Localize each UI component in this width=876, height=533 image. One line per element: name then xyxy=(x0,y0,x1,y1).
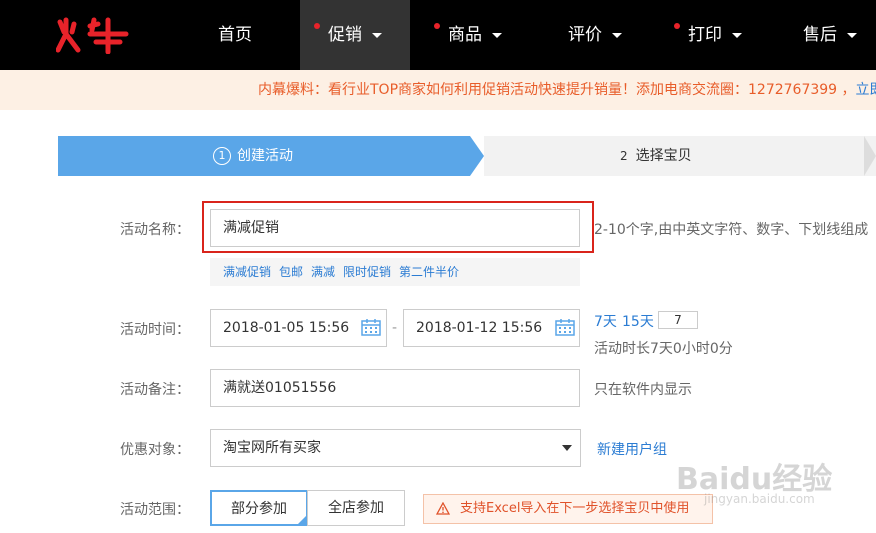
nav-reviews[interactable]: 评价 xyxy=(540,0,650,70)
nav-aftersale-label: 售后 xyxy=(803,25,837,45)
nav-goods-label: 商品 xyxy=(448,25,482,45)
activity-scope-label: 活动范围： xyxy=(120,502,190,518)
activity-name-input[interactable]: 满减促销 xyxy=(210,209,580,247)
preset-15-days[interactable]: 15天 xyxy=(622,311,654,331)
step-arrow xyxy=(864,136,876,176)
caret-down-icon xyxy=(612,32,622,38)
quick-name-tags: 满减促销 包邮 满减 限时促销 第二件半价 xyxy=(210,258,580,286)
time-separator: - xyxy=(392,320,398,336)
warning-text: 支持Excel导入在下一步选择宝贝中使用 xyxy=(460,501,690,516)
nav-home[interactable]: 首页 xyxy=(190,0,280,70)
duration-text: 活动时长7天0小时0分 xyxy=(594,341,733,357)
quick-tag[interactable]: 包邮 xyxy=(279,258,303,286)
huoniu-logo[interactable] xyxy=(56,14,136,54)
caret-down-icon xyxy=(732,32,742,38)
nav-home-label: 首页 xyxy=(218,25,252,45)
end-time-value: 2018-01-12 15:56 xyxy=(416,320,543,336)
new-dot-icon xyxy=(434,23,440,29)
discount-target-label: 优惠对象： xyxy=(120,442,190,458)
new-dot-icon xyxy=(314,23,320,29)
scope-all-button[interactable]: 全店参加 xyxy=(307,490,405,526)
quick-tag[interactable]: 满减促销 xyxy=(223,258,271,286)
baidu-watermark: Baidu经验 jingyan.baidu.com xyxy=(670,452,870,512)
calendar-icon[interactable] xyxy=(361,318,381,336)
scope-partial-button[interactable]: 部分参加 xyxy=(210,490,308,526)
step-arrow xyxy=(470,136,484,176)
step-label: 选择宝贝 xyxy=(635,148,692,164)
warning-icon xyxy=(436,502,450,515)
start-time-value: 2018-01-05 15:56 xyxy=(223,320,350,336)
caret-down-icon xyxy=(492,32,502,38)
step-indicator: 1 创建活动 2 选择宝贝 xyxy=(58,136,876,176)
notice-bar: 内幕爆料：看行业TOP商家如何利用促销活动快速提升销量！添加电商交流圈：1272… xyxy=(0,70,876,110)
scope-all-label: 全店参加 xyxy=(328,500,384,516)
end-time-input[interactable]: 2018-01-12 15:56 xyxy=(403,309,580,347)
nav-goods[interactable]: 商品 xyxy=(420,0,530,70)
top-nav-bar: 首页 促销 商品 评价 打印 售后 xyxy=(0,0,876,70)
activity-name-label: 活动名称： xyxy=(120,222,190,238)
step-number: 1 xyxy=(213,147,231,165)
quick-tag[interactable]: 满减 xyxy=(311,258,335,286)
caret-down-icon xyxy=(562,445,572,451)
step-label: 创建活动 xyxy=(237,148,293,164)
scope-partial-label: 部分参加 xyxy=(231,501,287,517)
step-create-activity: 1 创建活动 xyxy=(58,136,470,176)
notice-link[interactable]: 立即 xyxy=(856,82,876,98)
nav-aftersale[interactable]: 售后 xyxy=(780,0,876,70)
activity-name-hint: 2-10个字,由中英文字符、数字、下划线组成 xyxy=(594,222,869,238)
nav-print[interactable]: 打印 xyxy=(660,0,770,70)
preset-7-days[interactable]: 7天 xyxy=(594,311,617,331)
activity-remark-input[interactable]: 满就送01051556 xyxy=(210,369,580,407)
nav-promotion-label: 促销 xyxy=(328,25,362,45)
calendar-icon[interactable] xyxy=(555,318,575,336)
quick-tag[interactable]: 第二件半价 xyxy=(399,258,459,286)
days-input[interactable]: 7 xyxy=(658,311,698,329)
watermark-sub: jingyan.baidu.com xyxy=(704,492,815,506)
notice-text: 内幕爆料：看行业TOP商家如何利用促销活动快速提升销量！添加电商交流圈：1272… xyxy=(258,82,856,98)
step-select-items: 2 选择宝贝 xyxy=(484,136,876,176)
nav-reviews-label: 评价 xyxy=(568,25,602,45)
caret-down-icon xyxy=(372,32,382,38)
discount-target-select[interactable]: 淘宝网所有买家 xyxy=(210,429,581,467)
nav-print-label: 打印 xyxy=(688,25,722,45)
new-dot-icon xyxy=(674,23,680,29)
new-user-group-link[interactable]: 新建用户组 xyxy=(597,439,667,459)
nav-promotion[interactable]: 促销 xyxy=(300,0,410,70)
activity-remark-label: 活动备注： xyxy=(120,382,190,398)
activity-time-label: 活动时间： xyxy=(120,322,190,338)
caret-down-icon xyxy=(847,32,857,38)
step-number: 2 xyxy=(620,149,628,163)
remark-hint: 只在软件内显示 xyxy=(594,382,692,398)
quick-tag[interactable]: 限时促销 xyxy=(343,258,391,286)
